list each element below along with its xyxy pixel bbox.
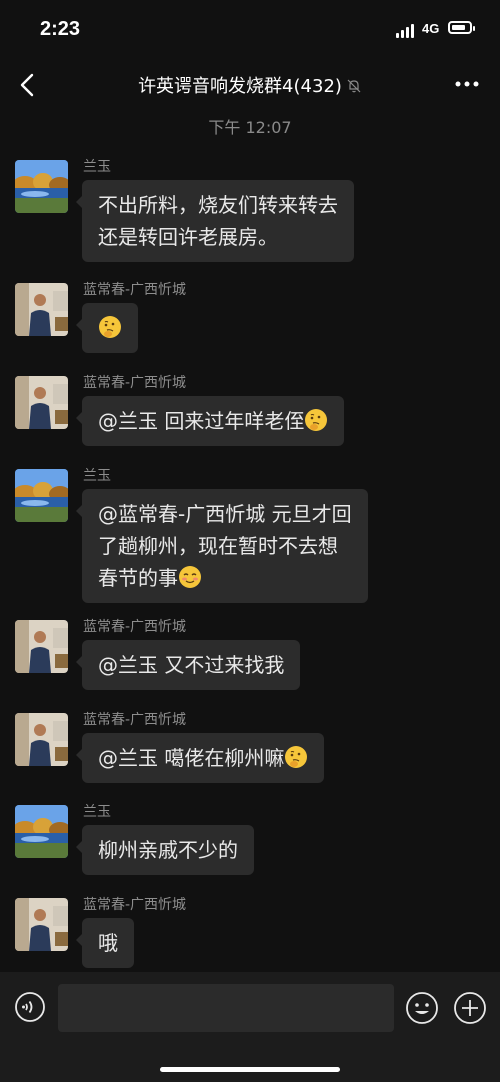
blush-face-emoji-icon — [178, 565, 202, 589]
thinking-face-emoji-icon — [284, 745, 308, 769]
chat-title: 许英谔音响发烧群4(432) — [138, 76, 342, 97]
message-line: @蓝常春-广西忻城 元旦才回 — [98, 502, 352, 526]
signal-icon — [396, 24, 416, 38]
message-line-wrap: 春节的事 — [98, 562, 352, 594]
battery-fill — [452, 25, 465, 30]
message-line: @兰玉 又不过来找我 — [98, 653, 285, 677]
message-line: 哦 — [98, 931, 118, 955]
sender-name: 蓝常春-广西忻城 — [83, 282, 187, 298]
sender-name: 蓝常春-广西忻城 — [83, 375, 187, 391]
message-timestamp: 下午 12:07 — [208, 118, 292, 137]
input-bar — [0, 972, 500, 1082]
sender-name: 蓝常春-广西忻城 — [83, 619, 187, 635]
thinking-face-emoji-icon — [304, 408, 328, 432]
message-bubble[interactable]: @蓝常春-广西忻城 元旦才回 了趟柳州，现在暂时不去想 春节的事 — [76, 489, 368, 603]
emoji-icon[interactable] — [405, 991, 439, 1025]
avatar[interactable] — [15, 160, 68, 213]
avatar[interactable] — [15, 713, 68, 766]
network-label: 4G — [422, 21, 440, 36]
message-bubble[interactable]: @兰玉 噶佬在柳州嘛 — [75, 733, 325, 783]
avatar[interactable] — [15, 376, 68, 429]
avatar[interactable] — [15, 898, 68, 951]
avatar[interactable] — [15, 805, 68, 858]
message-line: 柳州亲戚不少的 — [98, 838, 238, 862]
message-line: 了趟柳州，现在暂时不去想 — [98, 534, 338, 558]
chat-title-wrap: 许英谔音响发烧群4(432) — [0, 72, 500, 98]
bell-mute-icon — [347, 79, 361, 93]
status-bar: 2:23 4G — [0, 0, 500, 60]
sender-name: 蓝常春-广西忻城 — [83, 897, 187, 913]
message-line: @兰玉 噶佬在柳州嘛 — [98, 746, 285, 770]
plus-icon[interactable] — [453, 991, 487, 1025]
status-time: 2:23 — [40, 18, 81, 40]
message-input[interactable] — [58, 984, 394, 1032]
message-line: 不出所料，烧友们转来转去 — [98, 193, 338, 217]
thinking-face-emoji-icon — [98, 315, 122, 339]
message-bubble[interactable]: @兰玉 又不过来找我 — [75, 640, 301, 690]
message-bubble[interactable]: @兰玉 回来过年咩老侄 — [75, 396, 345, 446]
chat-header: 许英谔音响发烧群4(432) — [0, 60, 500, 110]
message-line: 还是转回许老展房。 — [98, 225, 278, 249]
avatar[interactable] — [15, 283, 68, 336]
battery-icon — [448, 21, 475, 34]
avatar[interactable] — [15, 469, 68, 522]
voice-icon[interactable] — [14, 991, 46, 1023]
message-bubble[interactable]: 不出所料，烧友们转来转去 还是转回许老展房。 — [76, 180, 354, 262]
message-bubble[interactable] — [76, 303, 138, 353]
message-line: @兰玉 回来过年咩老侄 — [98, 409, 305, 433]
message-bubble[interactable]: 哦 — [76, 918, 134, 968]
sender-name: 兰玉 — [83, 468, 111, 484]
sender-name: 蓝常春-广西忻城 — [83, 712, 187, 728]
message-line: 春节的事 — [98, 566, 178, 590]
sender-name: 兰玉 — [83, 804, 111, 820]
home-indicator — [160, 1067, 340, 1072]
avatar[interactable] — [15, 620, 68, 673]
message-bubble[interactable]: 柳州亲戚不少的 — [76, 825, 254, 875]
sender-name: 兰玉 — [83, 159, 111, 175]
more-icon[interactable] — [450, 72, 484, 96]
